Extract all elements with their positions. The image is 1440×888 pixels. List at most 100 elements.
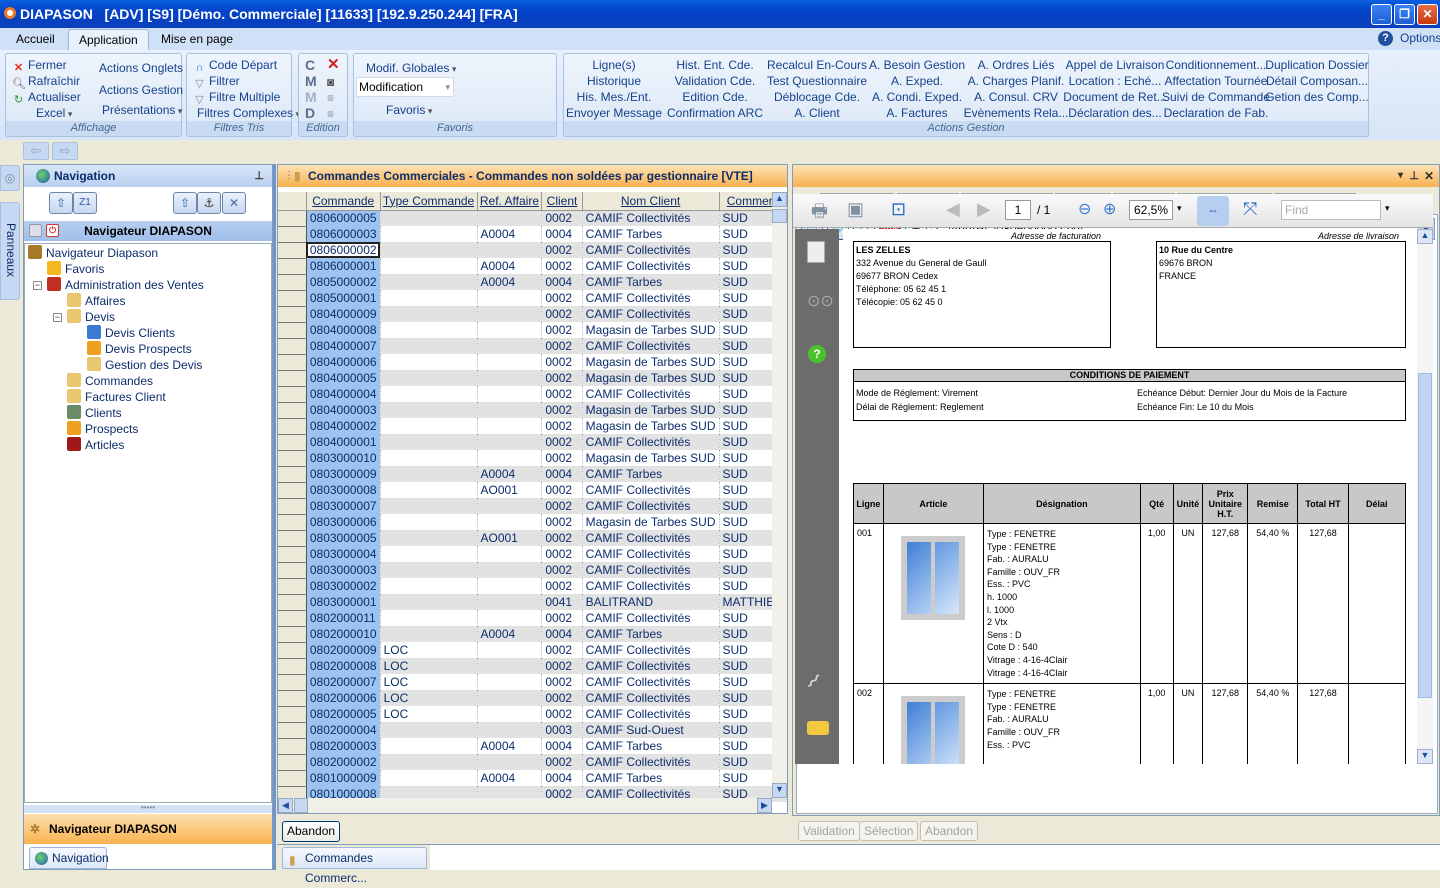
row-header[interactable] [278, 690, 307, 707]
table-row[interactable]: 0803000001 0041 BALITRAND MATTHIEU [278, 594, 787, 611]
cell[interactable]: CAMIF Collectivités [582, 434, 720, 450]
cell[interactable] [477, 354, 543, 370]
cell[interactable]: 0804000009 [306, 306, 381, 322]
find-dropdown-icon[interactable]: ▾ [1385, 203, 1390, 214]
cell[interactable]: CAMIF Collectivités [582, 338, 720, 354]
cell[interactable]: 0806000003 [306, 226, 381, 242]
table-row[interactable]: 0802000011 0002 CAMIF Collectivités SUD [278, 610, 787, 627]
table-row[interactable]: 0805000001 0002 CAMIF Collectivités SUD [278, 290, 787, 307]
action-6-2[interactable]: Suivi de Commande [1162, 89, 1270, 105]
cell[interactable]: AO001 [477, 530, 543, 546]
cell[interactable]: CAMIF Collectivités [582, 306, 720, 322]
panneaux-tab[interactable]: Panneaux [0, 202, 20, 300]
tree-item[interactable]: Navigateur Diapason [28, 245, 158, 261]
column-header[interactable]: Nom Client [582, 192, 720, 211]
actions-onglets-button[interactable]: Actions Onglets [99, 60, 183, 76]
maximize-button[interactable]: ❐ [1394, 4, 1415, 25]
cell[interactable]: CAMIF Collectivités [582, 578, 720, 594]
table-row[interactable]: 0806000001 A0004 0002 CAMIF Collectivités SU… [278, 258, 787, 275]
row-header[interactable] [278, 658, 307, 675]
close-pane-icon[interactable]: ✕ [1424, 165, 1434, 187]
table-row[interactable]: 0801000009 A0004 0004 CAMIF Tarbes SUD [278, 770, 787, 787]
dropdown-icon[interactable]: ▾ [1398, 165, 1403, 187]
cell[interactable]: 0004 [541, 770, 583, 786]
cell[interactable]: 0804000003 [306, 402, 381, 418]
table-row[interactable]: 0806000003 A0004 0004 CAMIF Tarbes SUD [278, 226, 787, 243]
cell[interactable] [380, 338, 478, 354]
row-header[interactable] [278, 594, 307, 611]
cell[interactable] [477, 674, 543, 690]
scroll-down-icon[interactable]: ▼ [772, 783, 787, 798]
cell[interactable]: BALITRAND [582, 594, 720, 610]
tree-item[interactable]: Affaires [67, 293, 125, 309]
cell[interactable]: 0802000010 [306, 626, 381, 642]
cell[interactable]: 0002 [541, 690, 583, 706]
row-header[interactable] [278, 514, 307, 531]
row-header[interactable] [278, 258, 307, 275]
action-6-3[interactable]: Declaration de Fab. [1164, 105, 1269, 121]
cell[interactable]: CAMIF Collectivités [582, 258, 720, 274]
cell[interactable]: 0803000003 [306, 562, 381, 578]
action-1-3[interactable]: Confirmation ARC [667, 105, 763, 121]
cell[interactable] [380, 450, 478, 466]
modify-button[interactable]: M [305, 73, 317, 89]
table-row[interactable]: 0803000004 0002 CAMIF Collectivités SUD [278, 546, 787, 563]
row-header[interactable] [278, 466, 307, 483]
cell[interactable]: 0806000005 [306, 210, 381, 226]
cell[interactable]: 0802000008 [306, 658, 381, 674]
table-row[interactable]: 0803000007 0002 CAMIF Collectivités SUD [278, 498, 787, 515]
nav-icon[interactable] [29, 224, 42, 237]
row-header[interactable] [278, 722, 307, 739]
cell[interactable]: 0803000010 [306, 450, 381, 466]
cell[interactable]: 0004 [541, 626, 583, 642]
cell[interactable]: CAMIF Collectivités [582, 290, 720, 306]
cell[interactable]: CAMIF Tarbes [582, 738, 720, 754]
cell[interactable] [380, 754, 478, 770]
tree-item[interactable]: Devis Prospects [87, 341, 192, 357]
panel-toggle-icon[interactable]: ◎ [0, 165, 20, 191]
cell[interactable] [380, 306, 478, 322]
save-icon[interactable]: ▣ [847, 199, 864, 220]
next-page-icon[interactable]: ▶ [977, 199, 991, 220]
pages-icon[interactable] [807, 241, 825, 263]
cell[interactable]: 0002 [541, 418, 583, 434]
action-7-2[interactable]: Getion des Comp... [1265, 89, 1368, 105]
cell[interactable]: 0801000009 [306, 770, 381, 786]
excel-button[interactable]: Excel [36, 105, 72, 122]
cell[interactable] [477, 210, 543, 226]
action-5-3[interactable]: Déclaration des... [1068, 105, 1161, 121]
row-header[interactable] [278, 434, 307, 451]
row-header[interactable] [278, 226, 307, 243]
scroll-left-icon[interactable]: ◀ [278, 798, 293, 813]
action-0-2[interactable]: His. Mes./Ent. [577, 89, 652, 105]
cell[interactable]: CAMIF Collectivités [582, 754, 720, 770]
prev-page-icon[interactable]: ◀ [946, 199, 960, 220]
table-row[interactable]: 0803000002 0002 CAMIF Collectivités SUD [278, 578, 787, 595]
cell[interactable] [380, 770, 478, 786]
action-1-0[interactable]: Hist. Ent. Cde. [676, 57, 753, 73]
cell[interactable]: CAMIF Collectivités [582, 610, 720, 626]
cell[interactable] [380, 386, 478, 402]
cell[interactable]: CAMIF Collectivités [582, 530, 720, 546]
cell[interactable]: 0004 [541, 226, 583, 242]
cell[interactable]: LOC [380, 658, 478, 674]
power-icon[interactable]: ⏻ [46, 224, 59, 237]
action-0-1[interactable]: Historique [587, 73, 641, 89]
cell[interactable]: 0002 [541, 674, 583, 690]
cell[interactable]: 0002 [541, 530, 583, 546]
cell[interactable] [477, 594, 543, 610]
row-header[interactable] [278, 754, 307, 771]
presentations-button[interactable]: Présentations [102, 102, 182, 119]
table-row[interactable]: 0802000004 0003 CAMIF Sud-Ouest SUD [278, 722, 787, 739]
tree-item[interactable]: Commandes [67, 373, 153, 389]
cell[interactable]: 0002 [541, 434, 583, 450]
cell[interactable] [380, 242, 478, 258]
scroll-thumb[interactable] [772, 209, 787, 223]
table-row[interactable]: 0803000005 AO001 0002 CAMIF Collectivités SU… [278, 530, 787, 547]
cell[interactable]: A0004 [477, 226, 543, 242]
action-2-2[interactable]: Déblocage Cde. [774, 89, 860, 105]
cell[interactable]: 0002 [541, 322, 583, 338]
column-header[interactable]: Ref. Affaire [477, 192, 543, 211]
cell[interactable]: 0803000002 [306, 578, 381, 594]
cell[interactable]: 0002 [541, 290, 583, 306]
